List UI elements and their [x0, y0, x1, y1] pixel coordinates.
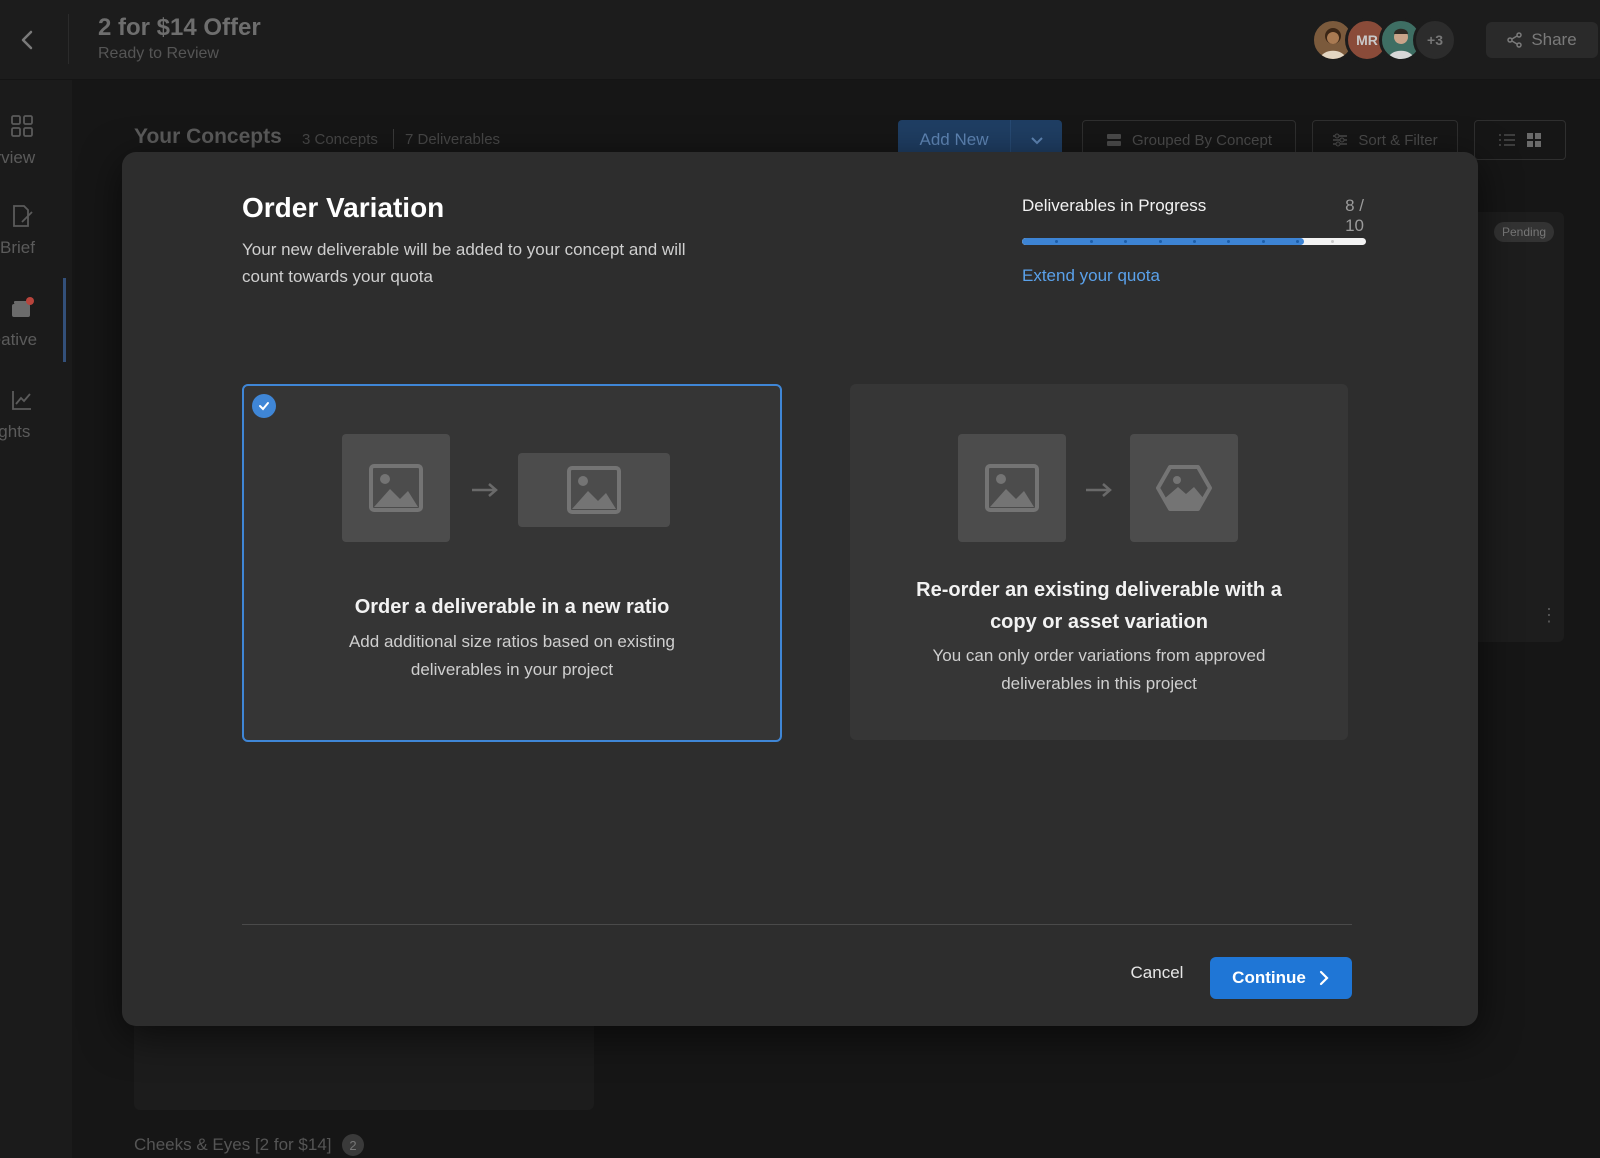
- status-badge: Pending: [1494, 222, 1555, 242]
- progress-segment-marker: [1158, 240, 1162, 243]
- project-status: Ready to Review: [98, 45, 219, 62]
- concept-group-count: 2: [342, 1134, 364, 1156]
- chevron-right-icon: [1319, 970, 1329, 986]
- option-description: You can only order variations from appro…: [932, 646, 1266, 693]
- extend-quota-link[interactable]: Extend your quota: [1022, 266, 1160, 286]
- header-divider: [68, 14, 69, 64]
- layers-icon: [12, 297, 34, 317]
- rail-item-label: Brief: [0, 238, 35, 257]
- source-ratio-tile: [342, 434, 450, 542]
- concept-group-title: Cheeks & Eyes [2 for $14]: [134, 1135, 332, 1154]
- option-new-ratio[interactable]: Order a deliverable in a new ratio Add a…: [242, 384, 782, 742]
- modal-description: Your new deliverable will be added to yo…: [242, 240, 686, 286]
- avatar-initials: MR: [1356, 32, 1378, 48]
- rail-item-label: sights: [0, 422, 31, 441]
- progress-count: 8 / 10: [1345, 196, 1364, 235]
- progress-segment-marker: [1089, 240, 1093, 243]
- cancel-button[interactable]: Cancel: [1102, 952, 1212, 994]
- rows-icon: [1106, 134, 1121, 146]
- sort-filter-label: Sort & Filter: [1358, 131, 1438, 149]
- order-variation-modal: Order Variation Your new deliverable wil…: [122, 152, 1478, 1026]
- rail-item-insights[interactable]: sights: [0, 382, 72, 452]
- concepts-heading: Your Concepts: [134, 125, 282, 148]
- avatar-overflow-count[interactable]: +3: [1413, 18, 1457, 62]
- progress-segment-marker: [1330, 240, 1334, 243]
- progress-label: Deliverables in Progress: [1022, 196, 1207, 215]
- chevron-down-icon: [1030, 137, 1043, 145]
- sliders-icon: [1333, 133, 1348, 147]
- deliverable-count: 7 Deliverables: [405, 131, 501, 148]
- image-variation-icon: [1156, 465, 1212, 511]
- rail-item-brief[interactable]: Brief: [0, 198, 72, 268]
- collaborator-avatars[interactable]: MR +3: [1311, 18, 1457, 62]
- arrow-right-icon: [1086, 483, 1112, 497]
- continue-label: Continue: [1232, 968, 1306, 987]
- concept-count: 3 Concepts: [302, 131, 378, 148]
- option-title: Re-order an existing deliverable with a …: [916, 579, 1282, 633]
- option-reorder-variation[interactable]: Re-order an existing deliverable with a …: [850, 384, 1348, 740]
- image-icon: [567, 466, 621, 514]
- chevron-left-icon: [21, 30, 33, 50]
- top-bar: 2 for $14 Offer Ready to Review MR +3 Sh…: [0, 0, 1600, 80]
- image-icon: [985, 464, 1039, 512]
- new-ratio-tile: [518, 453, 670, 527]
- rail-item-label: erview: [0, 148, 36, 167]
- meta-divider: [393, 129, 394, 149]
- more-options-icon[interactable]: ⋮: [1540, 605, 1558, 626]
- progress-segment-marker: [1261, 240, 1265, 243]
- image-icon: [369, 464, 423, 512]
- option-description: Add additional size ratios based on exis…: [348, 632, 676, 679]
- arrow-right-icon: [472, 483, 498, 497]
- chart-line-icon: [12, 391, 31, 410]
- share-button[interactable]: Share: [1486, 22, 1598, 58]
- rail-item-overview[interactable]: erview: [0, 108, 72, 178]
- left-nav-rail: erview Brief reative sights: [0, 80, 72, 1158]
- document-edit-icon: [13, 205, 33, 227]
- list-view-icon[interactable]: [1498, 132, 1516, 148]
- variation-tile: [1130, 434, 1238, 542]
- back-button[interactable]: [10, 22, 46, 58]
- selected-check-icon: [252, 394, 276, 418]
- progress-bar: [1022, 238, 1366, 245]
- rail-active-indicator: [63, 278, 66, 362]
- group-by-label: Grouped By Concept: [1131, 131, 1273, 149]
- grid-icon: [11, 115, 33, 137]
- rail-item-creative[interactable]: reative: [0, 290, 72, 360]
- existing-deliverable-tile: [958, 434, 1066, 542]
- app-root: 2 for $14 Offer Ready to Review MR +3 Sh…: [0, 0, 1600, 1158]
- share-label: Share: [1531, 30, 1577, 49]
- share-icon: [1507, 32, 1523, 48]
- project-title: 2 for $14 Offer: [98, 14, 261, 41]
- rail-item-label: reative: [0, 330, 38, 349]
- grid-view-icon[interactable]: [1526, 132, 1542, 148]
- modal-title: Order Variation: [242, 192, 445, 223]
- continue-button[interactable]: Continue: [1210, 957, 1352, 999]
- option-title: Order a deliverable in a new ratio: [354, 596, 670, 618]
- view-toggle[interactable]: [1474, 120, 1566, 160]
- progress-segment-marker: [1193, 240, 1196, 243]
- modal-footer-divider: [242, 924, 1352, 925]
